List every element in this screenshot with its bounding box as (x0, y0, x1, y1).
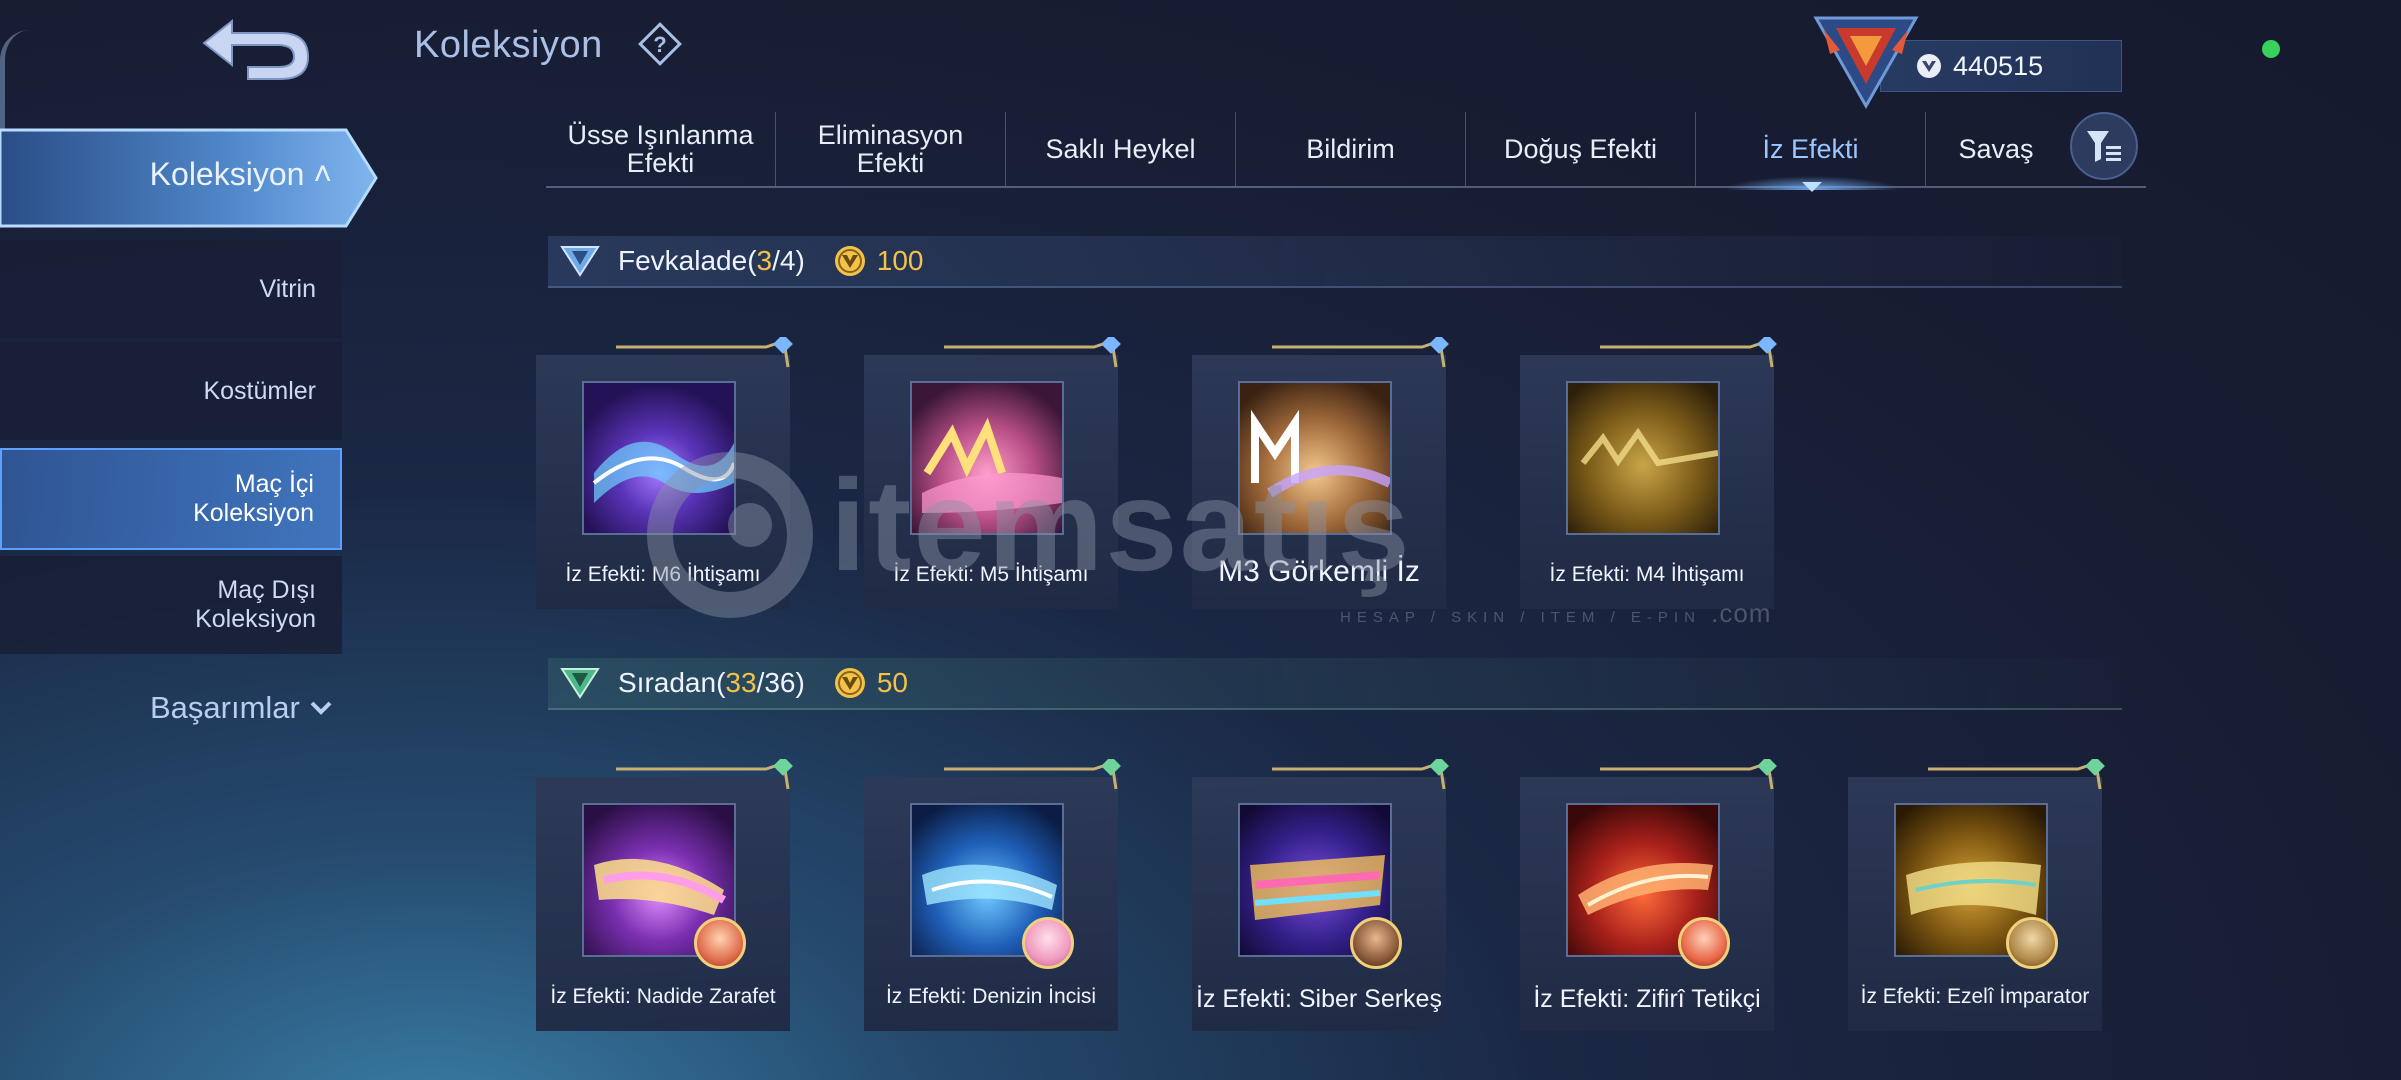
battle-point-icon (834, 668, 865, 698)
sidebar-main-label: Koleksiyon ˄ (149, 156, 332, 192)
tab-label: Bildirim (1306, 134, 1395, 164)
sidebar-item-label-line2: Koleksiyon (193, 499, 314, 527)
sidebar-item-label: Başarımlar (150, 690, 300, 725)
tab-label: Doğuş Efekti (1503, 134, 1658, 164)
card-frame-decoration (1600, 337, 1777, 368)
card-name: İz Efekti: M6 İhtişamı (565, 563, 761, 586)
sidebar-item-label-line1: Maç Dışı (217, 576, 316, 604)
tab-label: Eliminasyon (817, 120, 964, 150)
card-name: M3 Görkemli İz (1218, 555, 1420, 588)
rarity-epic-icon (560, 246, 600, 277)
tab-label: Savaş (1958, 134, 2034, 164)
sidebar-item-label-line1: Maç İçi (234, 470, 314, 498)
collection-card[interactable]: İz Efekti: Siber Serkeş (1192, 759, 1449, 1031)
trail-effect-image (922, 417, 1062, 513)
collection-card[interactable]: İz Efekti: M5 İhtişamı (864, 337, 1121, 609)
sidebar-item-kostumler[interactable]: Kostümler (0, 342, 342, 440)
effect-thumbnail (1238, 381, 1392, 535)
tab-label-line2: Efekti (856, 148, 925, 178)
section-header-siradan: Sıradan(33/36) 50 (548, 658, 2122, 710)
currency-value: 440515 (1953, 50, 2044, 81)
hero-avatar (1022, 917, 1074, 969)
tab-dogus-efekti[interactable]: Doğuş Efekti (1466, 112, 1696, 186)
tab-iz-efekti[interactable]: İz Efekti (1696, 112, 1926, 186)
sidebar-item-mac-ici-koleksiyon[interactable]: Maç İçi Koleksiyon (0, 448, 342, 550)
hero-avatar (1350, 917, 1402, 969)
effect-thumbnail (582, 381, 736, 535)
filter-button[interactable] (2070, 112, 2138, 180)
hero-avatar (694, 917, 746, 969)
card-frame-decoration (944, 759, 1121, 790)
battle-point-icon (834, 246, 865, 276)
tab-bar: Üsse Işınlanma Efekti Eliminasyon Efekti S… (546, 112, 2146, 186)
card-name: İz Efekti: Zifirî Tetikçi (1533, 985, 1761, 1013)
sidebar-item-koleksiyon[interactable]: Koleksiyon ˄ (0, 126, 380, 230)
tab-label-line2: Efekti (626, 148, 695, 178)
sidebar-item-vitrin[interactable]: Vitrin (0, 240, 342, 338)
card-frame-decoration (616, 337, 793, 368)
tab-usse-isinlanma-efekti[interactable]: Üsse Işınlanma Efekti (546, 112, 776, 186)
filter-icon (2087, 131, 2121, 162)
tab-sakli-heykel[interactable]: Saklı Heykel (1006, 112, 1236, 186)
card-name: İz Efekti: M5 İhtişamı (893, 563, 1089, 586)
sidebar-item-label: Kostümler (203, 376, 316, 405)
page-title: Koleksiyon (414, 24, 603, 66)
collection-card[interactable]: İz Efekti: Nadide Zarafet (536, 759, 793, 1031)
collection-card[interactable]: İz Efekti: M4 İhtişamı (1520, 337, 1777, 609)
connection-status-dot (2262, 40, 2280, 58)
card-frame-decoration (616, 759, 793, 790)
trail-effect-image (1580, 427, 1718, 467)
card-frame-decoration (1272, 337, 1449, 368)
section-price: 50 (876, 667, 908, 698)
card-frame-decoration (944, 337, 1121, 368)
section-title: Sıradan(33/36) (618, 667, 805, 698)
help-icon[interactable]: ? (638, 22, 682, 66)
card-name: İz Efekti: M4 İhtişamı (1549, 563, 1745, 586)
card-name: İz Efekti: Ezelî İmparator (1860, 985, 2090, 1008)
rank-badge-icon[interactable] (1806, 10, 1926, 110)
rarity-normal-icon (560, 668, 600, 699)
card-frame-decoration (1600, 759, 1777, 790)
effect-thumbnail (910, 381, 1064, 535)
chevron-up-icon: ˄ (313, 156, 332, 192)
card-frame-decoration (1928, 759, 2105, 790)
collection-card[interactable]: İz Efekti: Denizin İncisi (864, 759, 1121, 1031)
tab-underline (546, 186, 2146, 188)
effect-thumbnail (1566, 381, 1720, 535)
back-arrow-icon (202, 18, 310, 80)
hero-avatar (2006, 917, 2058, 969)
trail-effect-image (592, 441, 734, 503)
section-price: 100 (876, 245, 924, 276)
sidebar-item-label: Vitrin (259, 274, 316, 303)
card-name: İz Efekti: Denizin İncisi (885, 985, 1097, 1008)
section-header-fevkalade: Fevkalade(3/4) 100 (548, 236, 2122, 288)
svg-text:?: ? (653, 32, 666, 57)
card-frame-decoration (1272, 759, 1449, 790)
tab-savas[interactable]: Savaş (1926, 112, 2066, 186)
card-name: İz Efekti: Siber Serkeş (1196, 985, 1442, 1013)
collection-card[interactable]: İz Efekti: Zifirî Tetikçi (1520, 759, 1777, 1031)
collection-card[interactable]: M3 Görkemli İz (1192, 337, 1449, 609)
tab-label: Saklı Heykel (1045, 134, 1196, 164)
back-button[interactable] (190, 10, 320, 90)
active-tab-marker (1802, 182, 1822, 192)
collection-card[interactable]: İz Efekti: M6 İhtişamı (536, 337, 793, 609)
trail-effect-image (1251, 409, 1390, 498)
tab-label: Üsse Işınlanma (567, 120, 754, 150)
sidebar-item-label-line2: Koleksiyon (195, 605, 316, 633)
hero-avatar (1678, 917, 1730, 969)
card-name: İz Efekti: Nadide Zarafet (550, 985, 776, 1008)
tab-bildirim[interactable]: Bildirim (1236, 112, 1466, 186)
sidebar-item-basarimlar[interactable]: Başarımlar (150, 690, 332, 726)
tab-label: İz Efekti (1762, 134, 1859, 164)
sidebar-item-mac-disi-koleksiyon[interactable]: Maç Dışı Koleksiyon (0, 556, 342, 654)
section-title: Fevkalade(3/4) (618, 245, 805, 276)
chevron-down-icon (310, 701, 332, 715)
collection-card[interactable]: İz Efekti: Ezelî İmparator (1848, 759, 2105, 1031)
tab-eliminasyon-efekti[interactable]: Eliminasyon Efekti (776, 112, 1006, 186)
